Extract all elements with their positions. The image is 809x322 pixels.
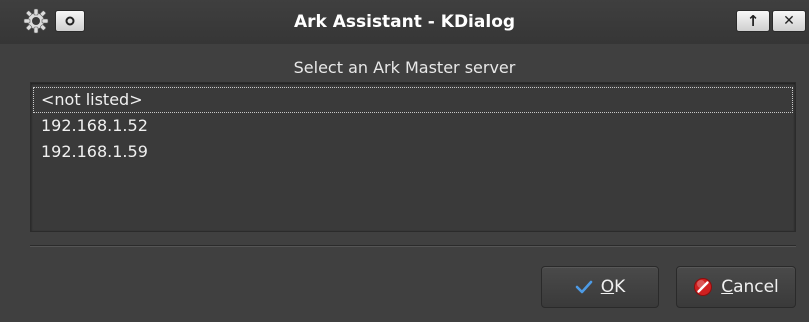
- cancel-icon: [694, 278, 713, 296]
- list-item[interactable]: 192.168.1.52: [33, 113, 793, 139]
- server-list[interactable]: <not listed> 192.168.1.52 192.168.1.59: [30, 82, 796, 232]
- circle-icon: [65, 16, 75, 26]
- list-item[interactable]: 192.168.1.59: [33, 139, 793, 165]
- ok-button-label: OK: [600, 277, 626, 297]
- cancel-button[interactable]: Cancel: [676, 266, 796, 308]
- ok-button[interactable]: OK: [541, 266, 659, 308]
- keep-above-button[interactable]: ↑: [736, 10, 770, 32]
- close-window-button[interactable]: ✕: [772, 10, 806, 32]
- close-icon: ✕: [783, 13, 795, 29]
- on-all-desktops-button[interactable]: [55, 10, 85, 32]
- gear-icon: [23, 8, 49, 34]
- cancel-button-label: Cancel: [721, 277, 779, 297]
- dialog-prompt: Select an Ark Master server: [293, 58, 516, 77]
- window-title: Ark Assistant - KDialog: [293, 12, 516, 32]
- dialog-window: Ark Assistant - KDialog ↑ ✕ Select an Ar…: [0, 0, 809, 322]
- window-menu-button[interactable]: [22, 7, 50, 35]
- checkmark-icon: [575, 280, 593, 294]
- title-bar[interactable]: Ark Assistant - KDialog ↑ ✕: [0, 0, 809, 44]
- list-item[interactable]: <not listed>: [33, 87, 793, 113]
- arrow-up-icon: ↑: [746, 12, 760, 30]
- separator: [30, 245, 796, 247]
